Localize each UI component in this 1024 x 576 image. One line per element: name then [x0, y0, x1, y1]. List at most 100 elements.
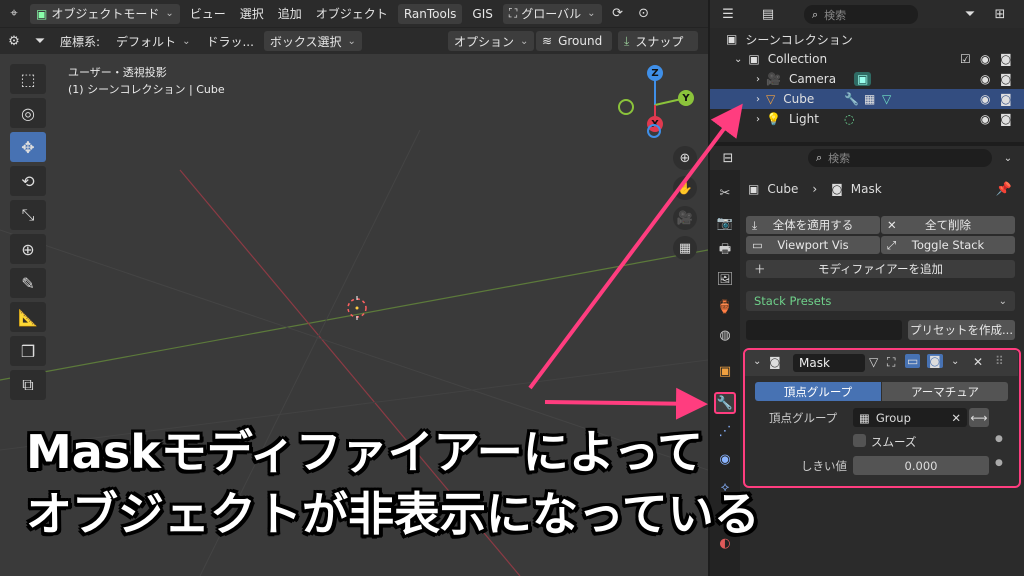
- outliner-search[interactable]: ⌕ 検索: [804, 5, 918, 24]
- snap-toggle-icon[interactable]: ⊙: [634, 4, 654, 24]
- perspective-grid-icon[interactable]: ▦: [673, 236, 697, 260]
- snap-label: スナップ: [635, 34, 684, 49]
- properties-editor-icon[interactable]: ⊟: [718, 148, 738, 168]
- viewport-toggle-icon[interactable]: ▭: [905, 354, 921, 368]
- outliner-item-camera[interactable]: › 🎥 Camera ▣ ◉ ◙: [710, 69, 1024, 89]
- invert-toggle-button[interactable]: ⟷: [969, 408, 989, 427]
- mode-armature-button[interactable]: アーマチュア: [882, 382, 1008, 401]
- rantools-menu[interactable]: RanTools: [397, 3, 463, 24]
- filter-icon[interactable]: ⏷: [30, 31, 50, 51]
- menu-add[interactable]: 追加: [274, 5, 306, 22]
- gizmo-y[interactable]: Y: [678, 90, 694, 106]
- camera-render-icon[interactable]: ◙: [1000, 92, 1012, 106]
- pivot-icon[interactable]: ⟳: [608, 4, 628, 24]
- clear-icon[interactable]: ✕: [951, 411, 961, 425]
- eye-icon[interactable]: ◉: [980, 72, 990, 86]
- transform-tool[interactable]: ⊕: [10, 234, 46, 264]
- viewport-vis-button[interactable]: ▭ Viewport Vis: [746, 236, 880, 254]
- camera-render-icon[interactable]: ◙: [1000, 112, 1012, 126]
- smooth-checkbox[interactable]: [853, 434, 866, 447]
- new-collection-icon[interactable]: ⊞: [990, 4, 1010, 24]
- gis-menu[interactable]: GIS: [468, 7, 496, 21]
- render-toggle-icon[interactable]: ◙: [927, 354, 943, 368]
- pan-hand-icon[interactable]: ✋: [673, 176, 697, 200]
- apply-all-button[interactable]: ⤓ 全体を適用する: [746, 216, 880, 234]
- gizmo-z[interactable]: Z: [647, 65, 663, 81]
- add-cube-tool[interactable]: ❒: [10, 336, 46, 366]
- render-tab-icon[interactable]: 📷: [714, 212, 736, 234]
- drag-dropdown[interactable]: ボックス選択: [263, 31, 362, 51]
- snap-button[interactable]: ⤓ スナップ: [618, 31, 698, 51]
- display-mode-icon[interactable]: ▤: [758, 4, 778, 24]
- toggle-stack-button[interactable]: ⤢ Toggle Stack: [881, 236, 1015, 254]
- checkbox-icon[interactable]: ☑: [960, 52, 971, 66]
- outliner-editor-icon[interactable]: ☰: [718, 4, 738, 24]
- tool-tab-icon[interactable]: ✂: [714, 182, 736, 204]
- zoom-icon[interactable]: ⊕: [673, 146, 697, 170]
- on-cage-toggle-icon[interactable]: ⛶: [887, 355, 895, 370]
- options-dropdown[interactable]: オプション: [448, 31, 535, 51]
- rotate-tool[interactable]: ⟲: [10, 166, 46, 196]
- particles-tab-icon[interactable]: ⋰: [714, 420, 736, 442]
- drag-handle-icon[interactable]: ⠿: [995, 354, 1004, 368]
- menu-object[interactable]: オブジェクト: [312, 5, 392, 22]
- object-tab-icon[interactable]: ▣: [714, 360, 736, 382]
- annotate-tool[interactable]: ✎: [10, 268, 46, 298]
- collection-row[interactable]: ⌄ ▣ Collection ☑ ◉ ◙: [710, 49, 1024, 69]
- outliner-item-cube[interactable]: › ▽ Cube 🔧 ▦ ▽ ◉ ◙: [710, 89, 1024, 109]
- chevron-down-icon[interactable]: ⌄: [998, 148, 1018, 168]
- physics-tab-icon[interactable]: ◉: [714, 448, 736, 470]
- add-modifier-button[interactable]: ＋ モディファイアーを追加: [746, 260, 1015, 278]
- preset-name-field[interactable]: [746, 320, 902, 340]
- menu-view[interactable]: ビュー: [186, 5, 230, 22]
- dropdown-chevron-icon[interactable]: ⌄: [951, 356, 959, 367]
- pin-icon[interactable]: 📌: [994, 179, 1014, 199]
- scene-collection-row[interactable]: ▣ シーンコレクション: [710, 29, 1024, 49]
- edit-mode-toggle-icon[interactable]: ▽: [869, 355, 878, 369]
- threshold-field[interactable]: 0.000: [853, 456, 989, 475]
- output-tab-icon[interactable]: 🖶: [714, 240, 736, 262]
- breadcrumb-separator-icon: ›: [812, 182, 818, 196]
- world-tab-icon[interactable]: ◍: [714, 324, 736, 346]
- filter-icon[interactable]: ⏷: [960, 4, 980, 24]
- coord-dropdown[interactable]: デフォルト: [110, 31, 196, 51]
- modifier-name-field[interactable]: Mask: [793, 354, 865, 372]
- remove-modifier-icon[interactable]: ✕: [973, 355, 983, 369]
- camera-render-icon[interactable]: ◙: [1000, 52, 1012, 66]
- keyframe-dot-icon[interactable]: ●: [995, 458, 1003, 468]
- ground-button[interactable]: ≋ Ground: [536, 31, 612, 51]
- light-icon: 💡: [766, 112, 781, 126]
- origin-dot: [355, 306, 359, 310]
- camera-view-icon[interactable]: 🎥: [673, 206, 697, 230]
- measure-tool[interactable]: 📐: [10, 302, 46, 332]
- modifier-tab-icon[interactable]: 🔧: [714, 392, 736, 414]
- navigation-gizmo[interactable]: Z Y X: [612, 62, 702, 144]
- transform-orientation-dropdown[interactable]: ⛶ グローバル: [502, 3, 602, 24]
- create-preset-button[interactable]: プリセットを作成...: [908, 320, 1015, 340]
- cursor-tool[interactable]: ◎: [10, 98, 46, 128]
- menu-select[interactable]: 選択: [236, 5, 268, 22]
- outliner-item-light[interactable]: › 💡 Light ◌ ◉ ◙: [710, 109, 1024, 129]
- gizmo-neg-z[interactable]: [647, 124, 661, 138]
- delete-all-button[interactable]: ✕ 全て削除: [881, 216, 1015, 234]
- stack-presets-panel[interactable]: Stack Presets ⌄: [746, 291, 1015, 311]
- eye-icon[interactable]: ◉: [980, 52, 990, 66]
- keyframe-dot-icon[interactable]: ●: [995, 434, 1003, 444]
- mode-dropdown[interactable]: ▣ オブジェクトモード: [30, 3, 180, 24]
- move-tool[interactable]: ✥: [10, 132, 46, 162]
- scale-tool[interactable]: ⤡: [10, 200, 46, 230]
- mode-vertex-group-button[interactable]: 頂点グループ: [755, 382, 881, 401]
- eye-icon[interactable]: ◉: [980, 92, 990, 106]
- camera-render-icon[interactable]: ◙: [1000, 72, 1012, 86]
- scene-tab-icon[interactable]: 🏺: [714, 296, 736, 318]
- gizmo-neg-y[interactable]: [618, 99, 634, 115]
- select-box-tool[interactable]: ⬚: [10, 64, 46, 94]
- collapse-chevron-icon[interactable]: ⌄: [753, 356, 761, 367]
- properties-search[interactable]: ⌕ 検索: [808, 149, 992, 167]
- editor-type-icon[interactable]: ⌖: [4, 4, 24, 24]
- view-layer-tab-icon[interactable]: 🖼: [714, 268, 736, 290]
- gear-icon[interactable]: ⚙: [4, 31, 24, 51]
- vertex-group-field[interactable]: ▦ Group ✕: [853, 408, 967, 427]
- eye-icon[interactable]: ◉: [980, 112, 990, 126]
- transform-mirror-tool[interactable]: ⧉: [10, 370, 46, 400]
